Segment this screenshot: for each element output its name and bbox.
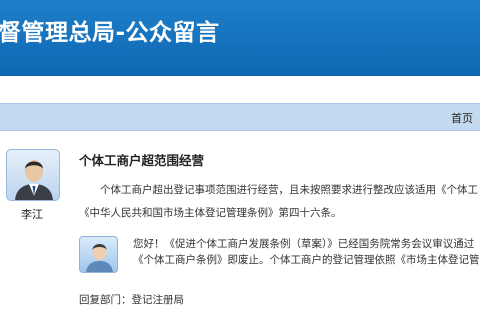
asker-name: 李江: [21, 208, 43, 221]
site-title: 督管理总局-公众留言: [0, 20, 220, 46]
reply-department-label: 回复部门：: [79, 294, 132, 306]
message-body-line: 个体工商户超出登记事项范围进行经营，且未按照要求进行整改应该适用《个体工: [100, 184, 478, 196]
header-spacer: [0, 76, 480, 103]
businessman-avatar-icon: [6, 149, 60, 201]
reply-text-line: 《个体工商户条例》即废止。个体工商户的登记管理依照《市场主体登记管: [133, 254, 480, 266]
breadcrumb-home-link[interactable]: 首页: [451, 110, 473, 126]
breadcrumb: 首页: [0, 103, 480, 131]
message-title: 个体工商户超范围经营: [79, 153, 205, 168]
message-body-line: 《中华人民共和国市场主体登记管理条例》第四十六条。: [79, 207, 342, 219]
message-detail: 李江 个体工商户超范围经营 个体工商户超出登记事项范围进行经营，且未按照要求进行…: [0, 131, 480, 320]
reply-text-line: 您好！《促进个体工商户发展条例（草案）》已经国务院常务会议审议通过: [133, 238, 475, 250]
official-avatar-icon: [79, 236, 118, 273]
reply-department: 回复部门：登记注册局: [79, 292, 184, 307]
reply-department-value: 登记注册局: [131, 294, 185, 306]
top-banner: 督管理总局-公众留言: [0, 0, 480, 76]
